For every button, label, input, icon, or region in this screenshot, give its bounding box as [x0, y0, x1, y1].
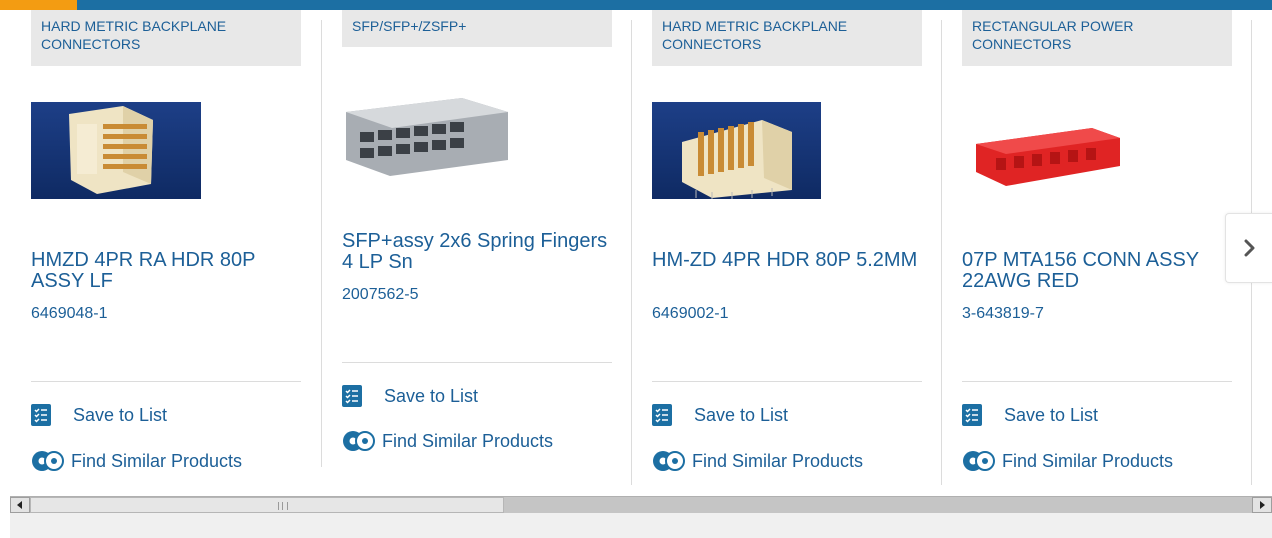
checklist-icon [962, 404, 982, 426]
product-category[interactable]: HARD METRIC BACKPLANE CONNECTORS [652, 10, 922, 66]
arrow-right-icon [1260, 501, 1265, 509]
active-indicator [0, 0, 77, 10]
card-divider [342, 362, 612, 363]
save-to-list-label: Save to List [384, 385, 479, 406]
find-similar-button[interactable]: Find Similar Products [652, 448, 863, 474]
product-card: HARD METRIC BACKPLANE CONNECTORS HMZD 4P… [31, 10, 301, 485]
scrollbar-thumb[interactable] [30, 497, 504, 513]
product-category[interactable]: RECTANGULAR POWER CONNECTORS [962, 10, 1232, 66]
arrow-left-icon [17, 501, 22, 509]
find-similar-button[interactable]: Find Similar Products [962, 448, 1173, 474]
find-similar-label: Find Similar Products [71, 450, 243, 471]
product-image[interactable] [342, 90, 512, 185]
card-separator [631, 20, 632, 485]
save-to-list-label: Save to List [73, 404, 168, 425]
product-category[interactable]: HARD METRIC BACKPLANE CONNECTORS [31, 10, 301, 66]
save-to-list-button[interactable]: Save to List [652, 402, 788, 428]
checklist-icon [31, 404, 51, 426]
save-to-list-label: Save to List [1004, 404, 1099, 425]
card-divider [31, 381, 301, 382]
part-number[interactable]: 3-643819-7 [962, 305, 1044, 323]
similar-gears-icon [31, 448, 65, 474]
checklist-icon [342, 385, 362, 407]
bottom-panel [10, 513, 1272, 538]
save-to-list-button[interactable]: Save to List [31, 402, 167, 428]
product-category[interactable]: SFP/SFP+/ZSFP+ [342, 10, 612, 47]
save-to-list-button[interactable]: Save to List [962, 402, 1098, 428]
save-to-list-label: Save to List [694, 404, 789, 425]
horizontal-scrollbar[interactable] [10, 496, 1272, 513]
card-separator [941, 20, 942, 485]
product-card: RECTANGULAR POWER CONNECTORS 07P MTA156 … [962, 10, 1232, 485]
part-number[interactable]: 6469002-1 [652, 305, 729, 323]
card-divider [962, 381, 1232, 382]
carousel-next-button[interactable] [1225, 213, 1272, 283]
product-image[interactable] [652, 102, 821, 204]
checklist-icon [652, 404, 672, 426]
save-to-list-button[interactable]: Save to List [342, 383, 478, 409]
card-separator [321, 20, 322, 467]
find-similar-label: Find Similar Products [382, 430, 554, 451]
scroll-left-button[interactable] [10, 497, 30, 513]
scroll-right-button[interactable] [1252, 497, 1272, 513]
similar-gears-icon [962, 448, 996, 474]
product-title[interactable]: HM-ZD 4PR HDR 80P 5.2MM [652, 250, 922, 271]
product-image[interactable] [962, 102, 1131, 217]
product-title[interactable]: 07P MTA156 CONN ASSY 22AWG RED [962, 250, 1232, 292]
top-accent-bar [0, 0, 1272, 10]
product-image[interactable] [31, 102, 201, 204]
product-card: HARD METRIC BACKPLANE CONNECTORS HM-ZD 4… [652, 10, 922, 485]
product-card: SFP/SFP+/ZSFP+ SFP+assy 2x6 Spring Finge… [342, 10, 612, 485]
find-similar-label: Find Similar Products [692, 450, 864, 471]
product-title[interactable]: HMZD 4PR RA HDR 80P ASSY LF [31, 250, 301, 292]
similar-gears-icon [342, 428, 376, 454]
grip-icon [278, 502, 288, 510]
find-similar-button[interactable]: Find Similar Products [31, 448, 242, 474]
part-number[interactable]: 6469048-1 [31, 305, 108, 323]
product-title[interactable]: SFP+assy 2x6 Spring Fingers 4 LP Sn [342, 231, 612, 273]
find-similar-label: Find Similar Products [1002, 450, 1174, 471]
card-divider [652, 381, 922, 382]
part-number[interactable]: 2007562-5 [342, 286, 419, 304]
find-similar-button[interactable]: Find Similar Products [342, 428, 553, 454]
similar-gears-icon [652, 448, 686, 474]
chevron-right-icon [1244, 239, 1254, 257]
